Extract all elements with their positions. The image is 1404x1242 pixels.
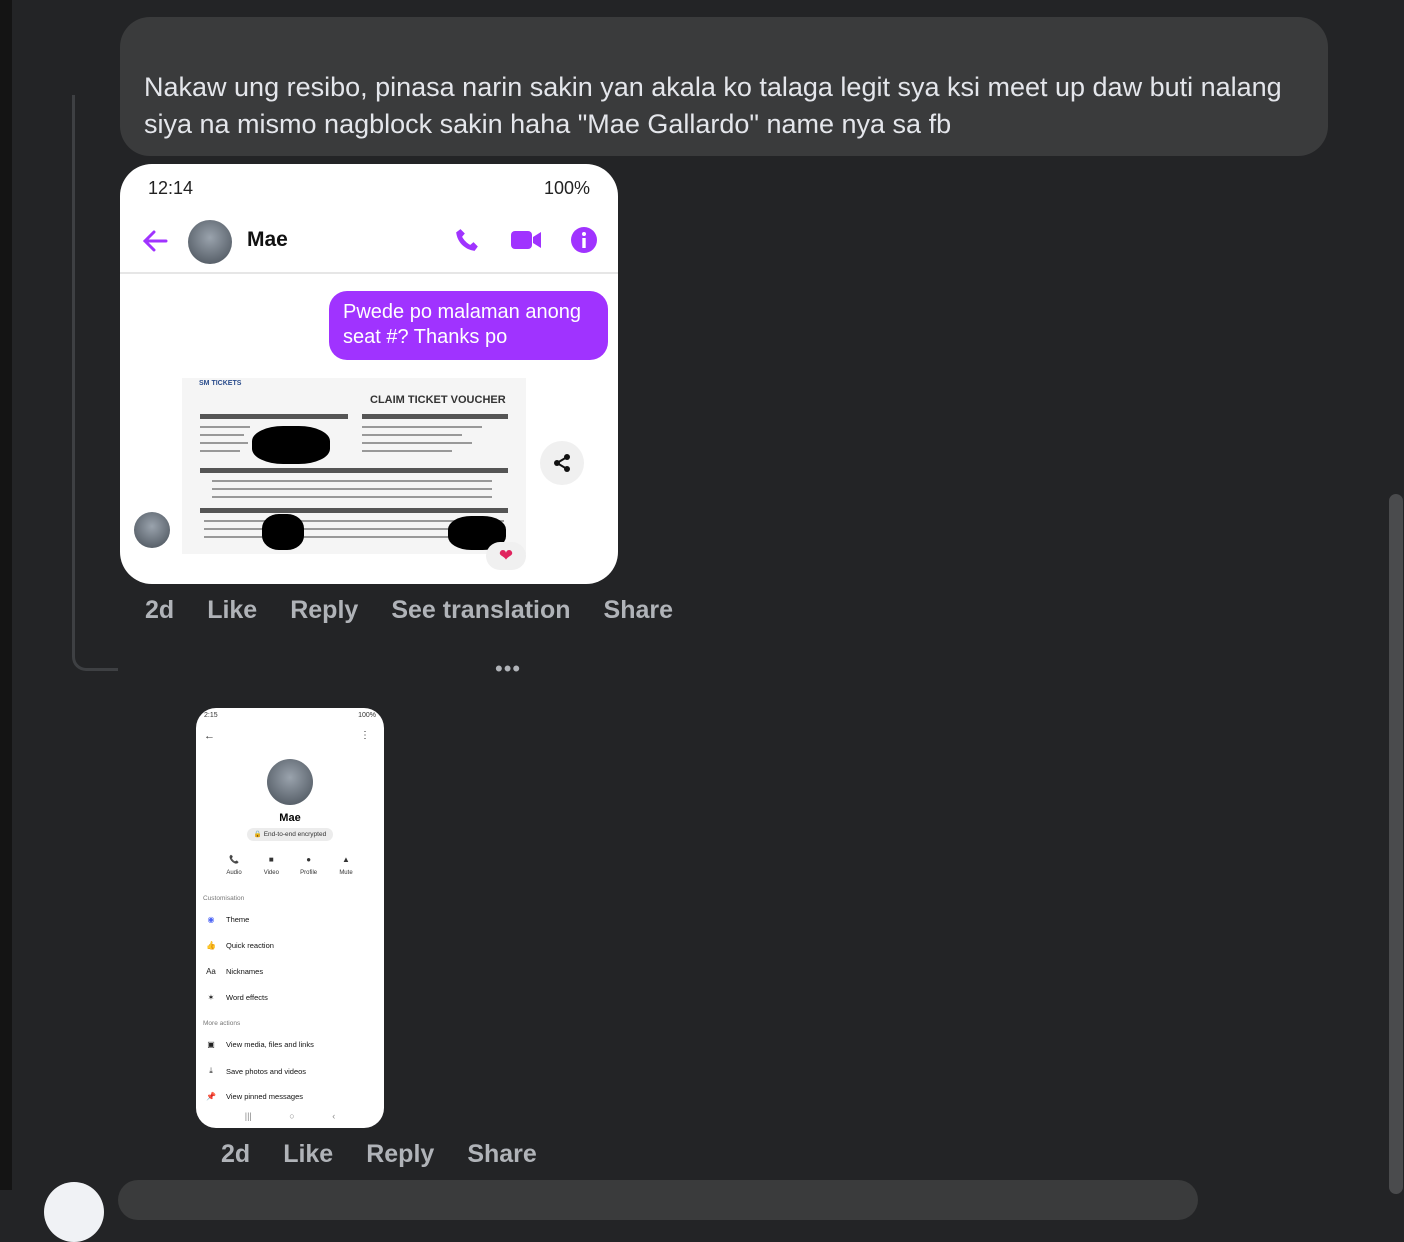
scrollbar-thumb[interactable] [1389,494,1403,1194]
comment-text: Nakaw ung resibo, pinasa narin sakin yan… [144,72,1282,139]
row-word-effects: ✶ Word effects [204,993,268,1002]
reply-image-attachment[interactable]: 2:15 100% ← ⋮ Mae 🔒 End-to-end encrypted… [196,708,384,1128]
pin-icon: 📌 [206,1092,216,1101]
status-time: 2:15 [204,712,218,719]
row-theme: ◉ Theme [204,915,250,924]
section-customisation: Customisation [203,895,245,902]
next-comment-avatar[interactable] [44,1182,104,1242]
ticket-voucher-image: SM TICKETS CLAIM TICKET VOUCHER [182,378,526,554]
back-icon: ‹ [332,1111,336,1121]
redaction-mark [252,426,330,464]
android-nav-bar: ||| ○ ‹ [196,1111,384,1121]
status-time: 12:14 [148,178,194,198]
info-icon [571,227,597,253]
bell-icon: ▲ [342,855,350,864]
redaction-mark [262,514,304,550]
like-button[interactable]: Like [283,1140,333,1169]
like-button[interactable]: Like [207,596,257,625]
profile-avatar [267,759,313,805]
comment-age: 2d [145,596,175,624]
video-action: ■ Video [263,855,279,876]
sent-message-bubble: Pwede po malaman anong seat #? Thanks po [329,291,608,360]
encryption-badge: 🔒 End-to-end encrypted [247,828,333,841]
back-arrow-icon: ← [204,730,215,742]
reply-actions: 2d Like Reply Share [221,1140,570,1169]
thread-connector-line [72,95,118,671]
sender-avatar [134,512,170,548]
voucher-logo: SM TICKETS [199,380,242,387]
share-button[interactable]: Share [604,596,673,625]
chat-header: Mae [120,212,618,274]
recents-icon: ||| [244,1111,252,1121]
person-icon: ● [306,855,312,864]
download-icon: ⤓ [209,1066,213,1075]
row-quick-reaction: 👍 Quick reaction [204,941,274,950]
status-battery: 100% [543,178,590,198]
heart-reaction-icon: ❤ [486,542,526,570]
profile-actions: 📞 Audio ■ Video ● Profile ▲ Mute [220,853,360,876]
sent-message-text: Pwede po malaman anong seat #? Thanks po [343,301,581,348]
reply-button[interactable]: Reply [290,596,358,625]
row-save-photos: ⤓ Save photos and videos [204,1066,306,1076]
more-vertical-icon: ⋮ [360,730,370,741]
see-translation-button[interactable]: See translation [391,596,570,625]
share-icon [540,441,584,485]
image-icon: ▣ [207,1040,215,1049]
reply-age: 2d [221,1140,251,1168]
row-view-media: ▣ View media, files and links [204,1040,314,1049]
theme-icon: ◉ [207,915,215,924]
section-more-actions: More actions [203,1020,241,1027]
profile-name: Mae [279,812,301,824]
reply-button[interactable]: Reply [366,1140,434,1169]
status-battery: 100% [358,712,376,719]
home-icon: ○ [289,1111,295,1121]
phone-icon: 📞 [229,855,239,864]
row-pinned-messages: 📌 View pinned messages [204,1092,303,1101]
thumbs-up-icon: 👍 [206,941,216,950]
voucher-title: CLAIM TICKET VOUCHER [370,394,506,406]
left-rail [0,0,12,1190]
back-arrow-icon [142,230,168,252]
comment-image-attachment[interactable]: 12:14 100% Mae Pwede po malaman anong se… [120,164,618,584]
more-replies-dots[interactable]: ••• [495,656,521,682]
sparkle-icon: ✶ [207,993,215,1002]
profile-action: ● Profile [300,855,318,876]
text-icon: Aa [206,967,216,976]
row-nicknames: Aa Nicknames [204,967,263,976]
share-button[interactable]: Share [467,1140,536,1169]
next-comment-bubble [118,1180,1198,1220]
video-camera-icon: ■ [268,855,274,864]
phone-icon [456,229,478,251]
comment-bubble: Nakaw ung resibo, pinasa narin sakin yan… [120,17,1328,156]
contact-name: Mae [247,228,288,251]
contact-avatar [188,220,232,264]
encryption-label: End-to-end encrypted [263,831,327,838]
comment-actions: 2d Like Reply See translation Share [145,596,706,625]
mute-action: ▲ Mute [339,855,353,876]
video-camera-icon [511,231,541,249]
audio-action: 📞 Audio [226,855,242,876]
